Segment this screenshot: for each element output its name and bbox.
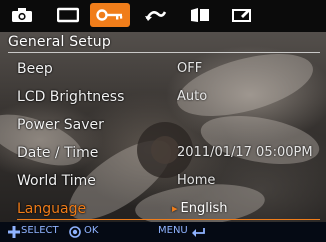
setting-label: Power Saver xyxy=(17,117,104,133)
setting-label: Beep xyxy=(17,61,53,77)
section-title: General Setup xyxy=(8,34,111,50)
tab-return[interactable] xyxy=(136,3,176,27)
ok-button-icon xyxy=(69,226,81,238)
mode-tab-bar xyxy=(0,0,326,32)
selection-underline xyxy=(17,219,320,220)
setting-value: OFF xyxy=(177,61,203,76)
setting-value: Auto xyxy=(177,89,208,104)
menu-hint: MENU xyxy=(158,225,188,236)
tab-flip-book[interactable] xyxy=(180,3,220,27)
setting-row-world-time[interactable]: World Time Home xyxy=(0,168,326,196)
camera-icon xyxy=(12,8,32,22)
camera-lcd-screen: General Setup Beep OFF LCD Brightness Au… xyxy=(0,0,326,242)
setting-row-beep[interactable]: Beep OFF xyxy=(0,56,326,84)
title-divider xyxy=(8,52,320,53)
setting-value: 2011/01/17 05:00PM xyxy=(177,145,313,160)
key-setup-icon xyxy=(96,9,123,21)
setting-label: LCD Brightness xyxy=(17,89,125,105)
button-hint-bar: SELECT OK MENU xyxy=(0,222,326,242)
dpad-icon xyxy=(8,226,20,238)
tab-edit[interactable] xyxy=(222,3,262,27)
setting-row-lcd-brightness[interactable]: LCD Brightness Auto xyxy=(0,84,326,112)
setting-value: Home xyxy=(177,173,216,188)
tab-video[interactable] xyxy=(48,3,88,27)
ok-hint: OK xyxy=(84,225,99,236)
return-icon xyxy=(145,11,167,21)
back-arrow-icon xyxy=(192,228,205,237)
tab-camera[interactable] xyxy=(2,3,42,27)
edit-icon xyxy=(232,9,251,22)
flip-book-icon xyxy=(191,8,209,22)
setting-label: World Time xyxy=(17,173,96,189)
select-hint: SELECT xyxy=(21,225,59,236)
tab-setup[interactable] xyxy=(90,3,130,27)
setting-label: Language xyxy=(17,201,87,217)
video-icon xyxy=(57,7,79,23)
setting-value: English xyxy=(172,201,228,216)
setting-row-date-time[interactable]: Date / Time 2011/01/17 05:00PM xyxy=(0,140,326,168)
setting-row-power-saver[interactable]: Power Saver xyxy=(0,112,326,140)
setting-label: Date / Time xyxy=(17,145,99,161)
